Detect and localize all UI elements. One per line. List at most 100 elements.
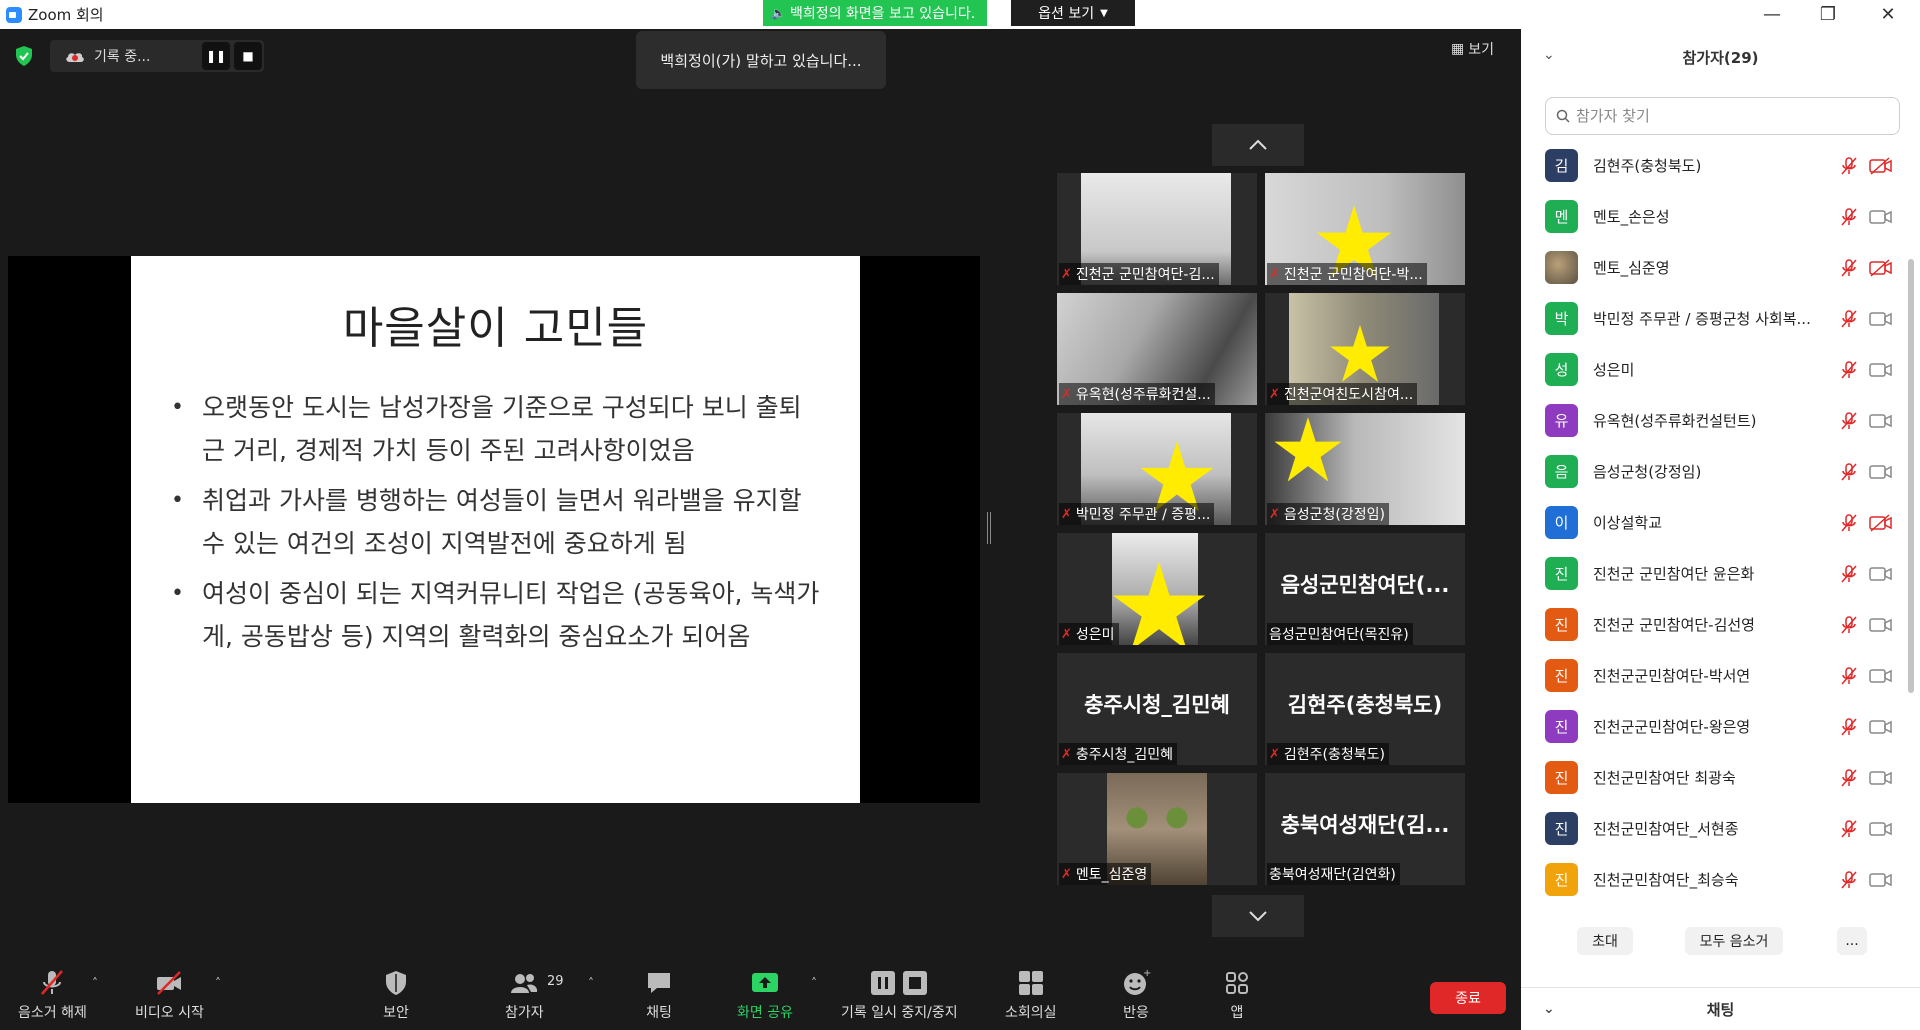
- mic-muted-icon[interactable]: [1839, 666, 1859, 686]
- participant-list-scrollbar[interactable]: [1908, 259, 1914, 693]
- view-options-button[interactable]: 옵션 보기 ▼: [1011, 0, 1135, 26]
- search-input[interactable]: [1576, 107, 1876, 125]
- close-button[interactable]: ✕: [1860, 0, 1916, 29]
- maximize-button[interactable]: ❐: [1800, 0, 1856, 29]
- mic-muted-icon[interactable]: [1839, 258, 1859, 278]
- video-icon[interactable]: [1869, 820, 1893, 838]
- participant-row[interactable]: 김 김현주(충청북도): [1521, 140, 1920, 191]
- share-options-caret[interactable]: ˄: [811, 976, 817, 990]
- minimize-button[interactable]: —: [1744, 0, 1800, 29]
- participant-row[interactable]: 진 진천군군민참여단-왕은영: [1521, 701, 1920, 752]
- breakout-rooms-button[interactable]: 소회의실: [1005, 968, 1057, 1022]
- window-title: Zoom 회의: [28, 6, 104, 24]
- video-icon[interactable]: [1869, 616, 1893, 634]
- mic-muted-icon[interactable]: [1839, 360, 1859, 380]
- mic-muted-icon[interactable]: [1839, 870, 1859, 890]
- video-icon[interactable]: [1869, 871, 1893, 889]
- chat-section-header[interactable]: ⌄ 채팅: [1521, 987, 1920, 1030]
- participant-row[interactable]: 성 성은미: [1521, 344, 1920, 395]
- mic-muted-icon[interactable]: [1839, 207, 1859, 227]
- security-button[interactable]: 보안: [381, 968, 411, 1022]
- mic-muted-icon[interactable]: [1839, 411, 1859, 431]
- mic-muted-icon[interactable]: [1839, 156, 1859, 176]
- video-icon[interactable]: [1869, 412, 1893, 430]
- participant-row[interactable]: 진 진천군민참여단_서현종: [1521, 803, 1920, 854]
- avatar: 유: [1545, 404, 1578, 437]
- avatar: 진: [1545, 659, 1578, 692]
- video-icon[interactable]: [1869, 310, 1893, 328]
- video-tile[interactable]: ✗ 진천군 군민참여단-박...: [1265, 173, 1465, 285]
- video-tile[interactable]: ✗ 멘토_심준영: [1057, 773, 1257, 885]
- video-icon[interactable]: [1869, 565, 1893, 583]
- video-off-icon[interactable]: [1869, 258, 1893, 277]
- participant-search[interactable]: [1545, 97, 1900, 135]
- participant-row[interactable]: 음 음성군청(강정임): [1521, 446, 1920, 497]
- video-icon[interactable]: [1869, 463, 1893, 481]
- recording-text: 기록 중...: [94, 49, 151, 65]
- video-icon[interactable]: [1869, 361, 1893, 379]
- participant-row[interactable]: 멘토_심준영: [1521, 242, 1920, 293]
- video-tile[interactable]: 음성군민참여단(... 음성군민참여단(목진유): [1265, 533, 1465, 645]
- participants-options-caret[interactable]: ˄: [588, 976, 594, 990]
- participants-button[interactable]: 참가자: [505, 968, 544, 1022]
- reactions-button[interactable]: + 반응: [1121, 968, 1151, 1022]
- participant-row[interactable]: 유 유옥현(성주류화컨설턴트): [1521, 395, 1920, 446]
- participant-row[interactable]: 진 진천군민참여단_최승숙: [1521, 854, 1920, 905]
- video-off-icon[interactable]: [1869, 513, 1893, 532]
- participant-row[interactable]: 진 진천군 군민참여단 윤은화: [1521, 548, 1920, 599]
- view-button[interactable]: ▦ 보기: [1451, 39, 1494, 59]
- stop-recording-button[interactable]: ■: [234, 42, 262, 70]
- chat-button[interactable]: 채팅: [644, 968, 674, 1022]
- mic-muted-icon[interactable]: [1839, 564, 1859, 584]
- gallery-next-button[interactable]: [1212, 895, 1304, 937]
- video-tile[interactable]: ✗ 박민정 주무관 / 증평...: [1057, 413, 1257, 525]
- mic-muted-icon[interactable]: [1839, 819, 1859, 839]
- participants-count: 29: [547, 974, 564, 989]
- participant-row[interactable]: 멘 멘토_손은성: [1521, 191, 1920, 242]
- avatar: 진: [1545, 863, 1578, 896]
- participant-row[interactable]: 박 박민정 주무관 / 증평군청 사회복...: [1521, 293, 1920, 344]
- more-options-button[interactable]: ...: [1837, 927, 1867, 955]
- invite-button[interactable]: 초대: [1577, 927, 1633, 955]
- video-icon[interactable]: [1869, 769, 1893, 787]
- participant-row[interactable]: 진 진천군 군민참여단-김선영: [1521, 599, 1920, 650]
- video-tile[interactable]: ✗ 진천군여친도시참여...: [1265, 293, 1465, 405]
- avatar: 성: [1545, 353, 1578, 386]
- start-video-button[interactable]: 비디오 시작: [135, 968, 204, 1022]
- participant-row[interactable]: 이 이상설학교: [1521, 497, 1920, 548]
- video-tile[interactable]: ✗ 음성군청(강정임): [1265, 413, 1465, 525]
- end-meeting-button[interactable]: 종료: [1430, 982, 1506, 1014]
- video-tile[interactable]: ✗ 성은미: [1057, 533, 1257, 645]
- video-tile[interactable]: 충북여성재단(김... 충북여성재단(김연화): [1265, 773, 1465, 885]
- participant-row[interactable]: 진 진천군민참여단 최광숙: [1521, 752, 1920, 803]
- participant-name: 진천군군민참여단-왕은영: [1593, 718, 1751, 736]
- gallery-prev-button[interactable]: [1212, 124, 1304, 166]
- avatar: 박: [1545, 302, 1578, 335]
- mic-muted-icon[interactable]: [1839, 615, 1859, 635]
- video-tile[interactable]: 충주시청_김민혜 ✗ 충주시청_김민혜: [1057, 653, 1257, 765]
- pause-stop-recording-button[interactable]: 기록 일시 중지/중지: [841, 968, 958, 1022]
- mic-muted-icon[interactable]: [1839, 717, 1859, 737]
- video-tile[interactable]: 김현주(충청북도) ✗ 김현주(충청북도): [1265, 653, 1465, 765]
- video-icon[interactable]: [1869, 718, 1893, 736]
- video-tile[interactable]: ✗ 유옥현(성주류화컨설...: [1057, 293, 1257, 405]
- unmute-button[interactable]: 음소거 해제: [18, 968, 87, 1022]
- video-icon[interactable]: [1869, 208, 1893, 226]
- video-off-icon[interactable]: [1869, 156, 1893, 175]
- mute-all-button[interactable]: 모두 음소거: [1685, 927, 1783, 955]
- participant-row[interactable]: 진 진천군군민참여단-박서연: [1521, 650, 1920, 701]
- mic-muted-icon[interactable]: [1839, 513, 1859, 533]
- video-tile[interactable]: ✗ 진천군 군민참여단-김...: [1057, 173, 1257, 285]
- pause-recording-button[interactable]: ❚❚: [202, 42, 230, 70]
- video-options-caret[interactable]: ˄: [215, 976, 221, 990]
- mic-muted-icon[interactable]: [1839, 462, 1859, 482]
- slide-title: 마을살이 고민들: [342, 303, 649, 354]
- split-resize-handle[interactable]: [987, 512, 991, 544]
- mic-muted-icon[interactable]: [1839, 309, 1859, 329]
- audio-options-caret[interactable]: ˄: [92, 976, 98, 990]
- video-icon[interactable]: [1869, 667, 1893, 685]
- shield-icon[interactable]: [14, 45, 34, 67]
- mic-muted-icon[interactable]: [1839, 768, 1859, 788]
- share-screen-button[interactable]: 화면 공유: [737, 968, 793, 1022]
- apps-button[interactable]: 앱: [1222, 968, 1252, 1022]
